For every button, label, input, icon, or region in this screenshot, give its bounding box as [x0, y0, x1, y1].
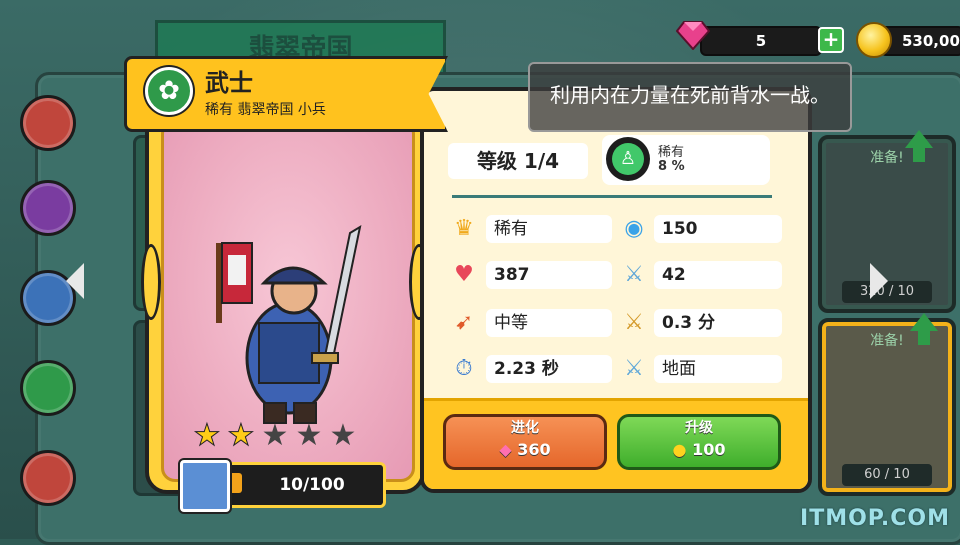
upgrade-cost: ● 100 [620, 439, 778, 461]
upgrade-arrow-icon [905, 130, 933, 162]
gem-icon [676, 21, 710, 50]
side-tab-icon-4[interactable] [20, 360, 76, 416]
stat-move-speed: 中等 [486, 309, 612, 337]
card-count: 60 / 10 [842, 464, 932, 486]
star-empty-icon: ★ [295, 418, 323, 453]
previous-arrow-icon[interactable] [66, 263, 84, 299]
evolve-cost: ◆ 360 [446, 439, 604, 461]
side-tab-icon-5[interactable] [20, 450, 76, 506]
evolve-button[interactable]: 进化 ◆ 360 [443, 414, 607, 470]
side-tab-icon-1[interactable] [20, 95, 76, 151]
unit-card-right-2[interactable]: 准备! 60 / 10 [818, 318, 956, 496]
star-filled-icon: ★ [227, 418, 255, 454]
card-ready-label: 准备! [870, 333, 904, 349]
watermark: ITMOP.COM [800, 506, 950, 531]
rarity-percent: 8 % [658, 159, 685, 174]
speed-boot-icon: ➹ [454, 310, 474, 335]
stat-rarity: 稀有 [486, 215, 612, 243]
star-empty-icon: ★ [261, 418, 289, 453]
gem-counter: 5 [700, 26, 822, 56]
unit-subtitle: 稀有 翡翠帝国 小兵 [205, 102, 326, 118]
coin-icon: ● [672, 440, 687, 459]
evolve-cost-value: 360 [517, 440, 551, 459]
stat-attack-speed: 0.3 分 [654, 309, 782, 337]
progress-text: 10/100 [279, 475, 345, 495]
next-arrow-icon[interactable] [870, 263, 888, 299]
card-ready-label: 准备! [870, 150, 904, 166]
add-gems-button[interactable]: + [818, 27, 844, 53]
sword-icon: ⚔ [624, 262, 644, 287]
stat-cost: 150 [654, 215, 782, 243]
attack-speed-icon: ⚔ [624, 310, 644, 335]
coin-icon [856, 22, 892, 58]
heart-icon: ♥ [454, 262, 474, 287]
side-tab-icon-2[interactable] [20, 180, 76, 236]
level-label: 等级 1/4 [448, 143, 588, 179]
panel-scallop [141, 244, 161, 320]
stats-divider [452, 195, 772, 198]
upgrade-button[interactable]: 升级 ● 100 [617, 414, 781, 470]
unit-name: 武士 [205, 69, 253, 97]
rarity-box: ♙ 稀有 8 % [602, 135, 770, 185]
stat-damage: 42 [654, 261, 782, 289]
gem-icon: ◆ [499, 440, 512, 459]
crown-icon: ♛ [454, 216, 474, 241]
evolve-label: 进化 [511, 420, 539, 436]
unit-mini-portrait [180, 460, 230, 512]
target-type-icon: ⚔ [624, 356, 644, 381]
upgrade-arrow-icon [910, 313, 938, 345]
mana-orb-icon: ◉ [624, 216, 644, 241]
faction-emblem-icon: ✿ [145, 67, 193, 115]
stat-health: 387 [486, 261, 612, 289]
upgrade-cost-value: 100 [692, 440, 726, 459]
upgrade-label: 升级 [685, 420, 713, 436]
ability-tooltip: 利用内在力量在死前背水一战。 [528, 62, 852, 132]
sword-timer-icon: ⏱ [455, 356, 473, 381]
coin-counter: 530,00 [880, 26, 960, 56]
coin-count: 530,00 [902, 32, 960, 50]
star-filled-icon: ★ [193, 418, 221, 454]
star-empty-icon: ★ [329, 418, 357, 453]
rarity-name: 稀有 [658, 145, 685, 160]
star-rating: ★ ★ ★ ★ ★ [190, 418, 380, 454]
gem-count: 5 [755, 32, 767, 50]
stat-target-type: 地面 [654, 355, 782, 383]
rarity-badge-icon: ♙ [606, 137, 650, 181]
stat-attack-interval: 2.23 秒 [486, 355, 612, 383]
